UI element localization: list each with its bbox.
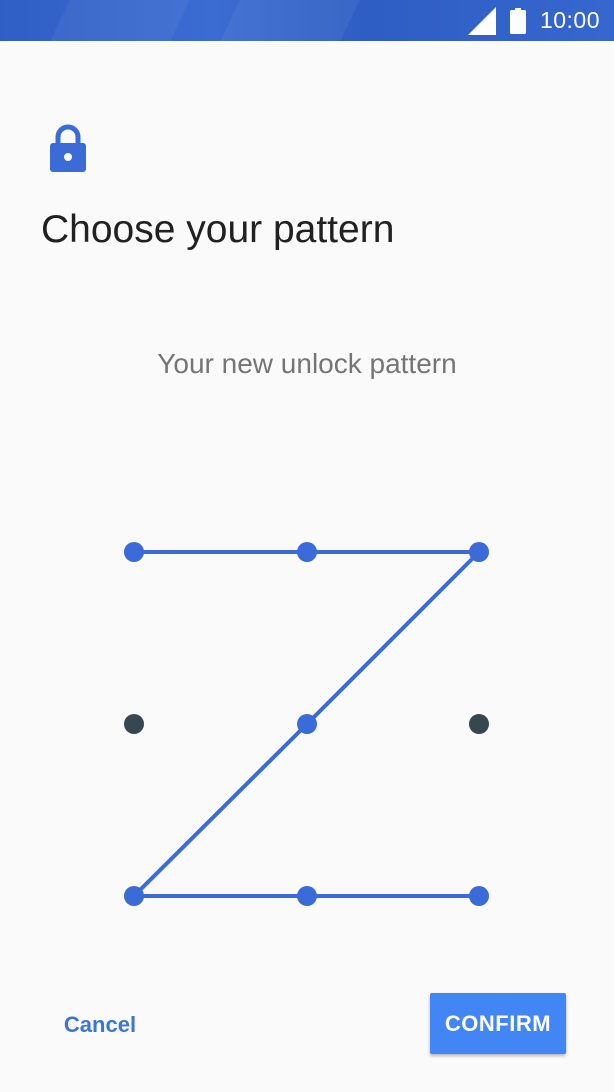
- pattern-lock-grid[interactable]: [0, 0, 614, 1092]
- pattern-dot-5[interactable]: [297, 714, 317, 734]
- pattern-dot-8[interactable]: [297, 886, 317, 906]
- pattern-dot-3[interactable]: [469, 542, 489, 562]
- pattern-dot-6[interactable]: [469, 714, 489, 734]
- confirm-button[interactable]: CONFIRM: [430, 993, 566, 1054]
- pattern-dot-1[interactable]: [124, 542, 144, 562]
- pattern-dot-7[interactable]: [124, 886, 144, 906]
- pattern-dot-4[interactable]: [124, 714, 144, 734]
- cancel-button[interactable]: Cancel: [40, 996, 160, 1054]
- pattern-dot-9[interactable]: [469, 886, 489, 906]
- pattern-dot-2[interactable]: [297, 542, 317, 562]
